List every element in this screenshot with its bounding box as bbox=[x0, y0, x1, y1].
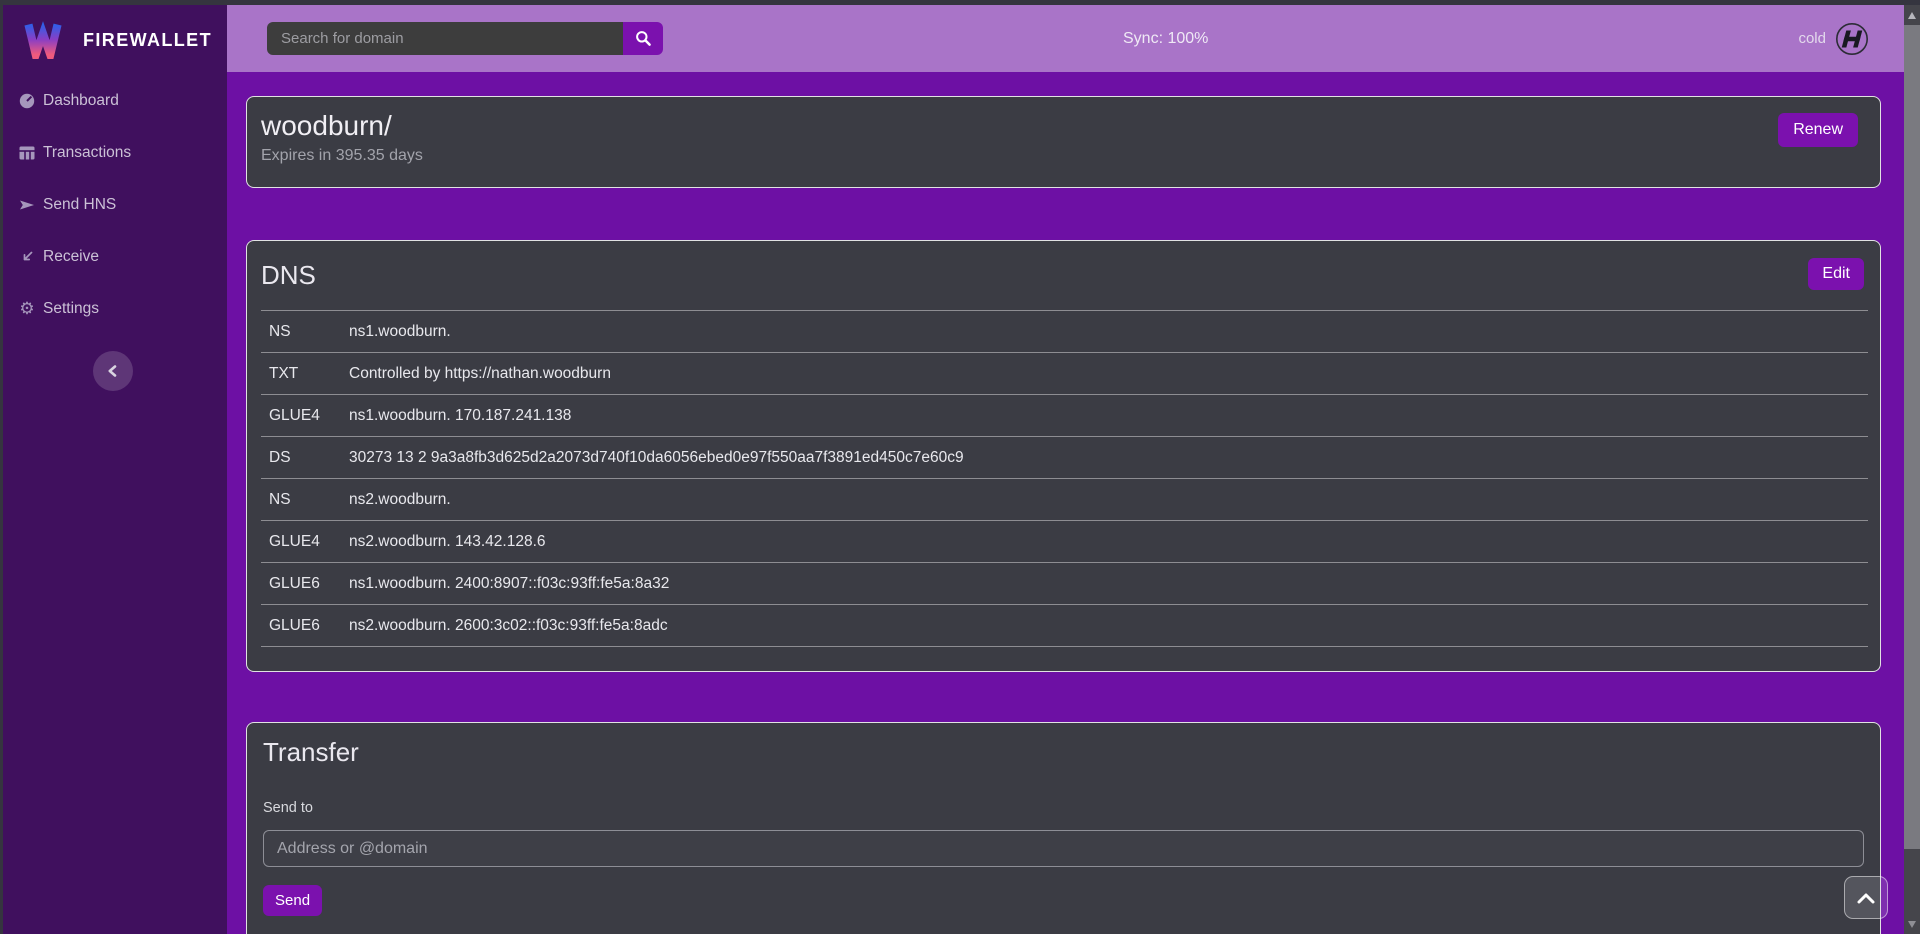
dns-record-row: TXT Controlled by https://nathan.woodbur… bbox=[261, 353, 1868, 395]
domain-title: woodburn/ bbox=[261, 110, 1866, 142]
transfer-card: Transfer Send to Send bbox=[246, 722, 1881, 934]
handshake-logo-icon bbox=[1835, 22, 1869, 56]
scroll-up-arrow-icon bbox=[1908, 12, 1916, 19]
sidebar-item-receive[interactable]: Receive bbox=[3, 231, 227, 283]
wallet-selector[interactable]: cold bbox=[1798, 22, 1904, 56]
transfer-title: Transfer bbox=[263, 737, 1864, 768]
sidebar-item-send-hns[interactable]: Send HNS bbox=[3, 179, 227, 231]
dns-title: DNS bbox=[261, 260, 316, 291]
search-input[interactable] bbox=[267, 22, 623, 55]
dns-record-type: GLUE6 bbox=[261, 605, 341, 647]
search-button[interactable] bbox=[623, 22, 663, 55]
dns-record-row: DS 30273 13 2 9a3a8fb3d625d2a2073d740f10… bbox=[261, 437, 1868, 479]
scrollbar-thumb[interactable] bbox=[1904, 25, 1920, 849]
sidebar-item-label: Dashboard bbox=[43, 92, 119, 110]
transactions-icon bbox=[17, 146, 37, 160]
send-to-label: Send to bbox=[263, 800, 1864, 816]
chevron-up-icon bbox=[1855, 891, 1877, 905]
scroll-down-arrow-icon bbox=[1908, 921, 1916, 928]
sidebar: FIREWALLET Dashboard Transactions bbox=[3, 5, 227, 934]
sidebar-item-label: Settings bbox=[43, 300, 99, 318]
domain-search bbox=[267, 22, 663, 55]
dns-record-row: NS ns2.woodburn. bbox=[261, 479, 1868, 521]
window-top-edge bbox=[0, 0, 1920, 5]
dns-record-value: 30273 13 2 9a3a8fb3d625d2a2073d740f10da6… bbox=[341, 437, 1868, 479]
domain-card: woodburn/ Expires in 395.35 days Renew bbox=[246, 96, 1881, 188]
dns-record-value: ns1.woodburn. 2400:8907::f03c:93ff:fe5a:… bbox=[341, 563, 1868, 605]
transfer-address-input[interactable] bbox=[263, 830, 1864, 867]
dns-record-type: DS bbox=[261, 437, 341, 479]
dns-record-type: TXT bbox=[261, 353, 341, 395]
wallet-name: cold bbox=[1798, 30, 1826, 47]
sidebar-item-settings[interactable]: ⚙ Settings bbox=[3, 283, 227, 335]
main-content: woodburn/ Expires in 395.35 days Renew D… bbox=[227, 72, 1904, 934]
scrollbar-down-button[interactable] bbox=[1904, 917, 1920, 931]
dns-record-row: GLUE6 ns2.woodburn. 2600:3c02::f03c:93ff… bbox=[261, 605, 1868, 647]
scrollbar-up-button[interactable] bbox=[1904, 8, 1920, 22]
gear-icon: ⚙ bbox=[17, 301, 37, 318]
dns-record-row: GLUE4 ns2.woodburn. 143.42.128.6 bbox=[261, 521, 1868, 563]
window-left-edge bbox=[0, 0, 3, 934]
send-transfer-button[interactable]: Send bbox=[263, 885, 322, 916]
dashboard-icon bbox=[17, 93, 37, 109]
dns-record-value: ns2.woodburn. bbox=[341, 479, 1868, 521]
scroll-to-top-button[interactable] bbox=[1844, 876, 1888, 919]
dns-record-row: GLUE4 ns1.woodburn. 170.187.241.138 bbox=[261, 395, 1868, 437]
dns-record-value: ns1.woodburn. bbox=[341, 311, 1868, 353]
topbar: Sync: 100% cold bbox=[227, 5, 1904, 72]
sidebar-item-dashboard[interactable]: Dashboard bbox=[3, 75, 227, 127]
firewallet-logo-icon bbox=[23, 21, 63, 59]
dns-record-value: ns2.woodburn. 143.42.128.6 bbox=[341, 521, 1868, 563]
search-icon bbox=[635, 30, 652, 47]
sidebar-item-label: Receive bbox=[43, 248, 99, 266]
dns-record-value: Controlled by https://nathan.woodburn bbox=[341, 353, 1868, 395]
dns-card: DNS Edit NS ns1.woodburn. TXT Controlled… bbox=[246, 240, 1881, 672]
dns-record-row: NS ns1.woodburn. bbox=[261, 311, 1868, 353]
sync-status: Sync: 100% bbox=[1123, 30, 1208, 48]
collapse-sidebar-button[interactable] bbox=[93, 351, 133, 391]
dns-record-type: GLUE4 bbox=[261, 395, 341, 437]
paper-plane-icon bbox=[17, 197, 37, 213]
dns-record-type: NS bbox=[261, 479, 341, 521]
renew-button[interactable]: Renew bbox=[1778, 113, 1858, 147]
sidebar-nav: Dashboard Transactions Send HNS bbox=[3, 75, 227, 335]
sidebar-item-transactions[interactable]: Transactions bbox=[3, 127, 227, 179]
sidebar-item-label: Send HNS bbox=[43, 196, 116, 214]
dns-card-header: DNS Edit bbox=[247, 241, 1880, 310]
brand-name: FIREWALLET bbox=[83, 30, 212, 51]
domain-expiry: Expires in 395.35 days bbox=[261, 147, 1866, 165]
dns-record-row: GLUE6 ns1.woodburn. 2400:8907::f03c:93ff… bbox=[261, 563, 1868, 605]
sidebar-item-label: Transactions bbox=[43, 144, 131, 162]
dns-records-table: NS ns1.woodburn. TXT Controlled by https… bbox=[261, 310, 1868, 647]
dns-record-value: ns1.woodburn. 170.187.241.138 bbox=[341, 395, 1868, 437]
dns-record-type: GLUE6 bbox=[261, 563, 341, 605]
edit-dns-button[interactable]: Edit bbox=[1808, 258, 1864, 290]
chevron-left-icon bbox=[103, 361, 123, 381]
dns-record-type: NS bbox=[261, 311, 341, 353]
dns-record-value: ns2.woodburn. 2600:3c02::f03c:93ff:fe5a:… bbox=[341, 605, 1868, 647]
scrollbar bbox=[1904, 5, 1920, 934]
arrow-down-left-icon bbox=[17, 249, 37, 265]
dns-record-type: GLUE4 bbox=[261, 521, 341, 563]
brand[interactable]: FIREWALLET bbox=[3, 5, 227, 63]
